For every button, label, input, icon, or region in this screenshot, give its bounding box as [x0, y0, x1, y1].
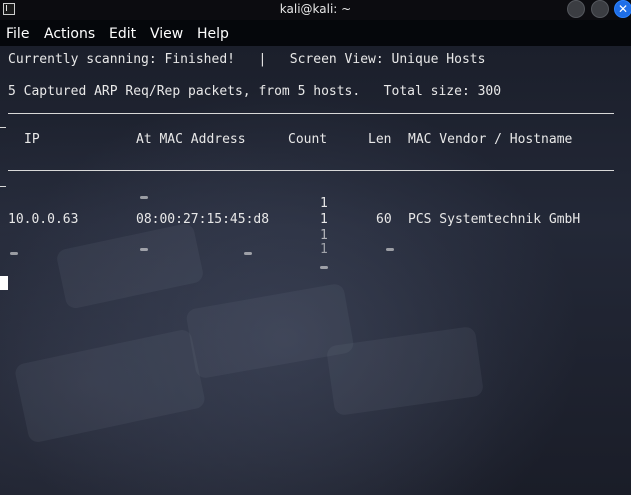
wallpaper-shape	[55, 222, 205, 310]
terminal-window: kali@kali: ~ ✕ File Actions Edit View He…	[0, 0, 631, 495]
minimize-button[interactable]	[567, 0, 585, 18]
header-top-rule	[8, 113, 614, 114]
menu-bar: File Actions Edit View Help	[0, 20, 631, 46]
render-artifact	[386, 248, 394, 251]
row-vendor: PCS Systemtechnik GmbH	[408, 212, 581, 227]
render-artifact	[140, 248, 148, 251]
row-count: 1	[320, 212, 328, 227]
menu-actions[interactable]: Actions	[44, 26, 95, 42]
count-value: 1	[320, 228, 328, 243]
header-tick	[0, 127, 6, 128]
render-artifact	[244, 252, 252, 255]
terminal-output[interactable]: Currently scanning: Finished! | Screen V…	[0, 46, 631, 495]
menu-file[interactable]: File	[6, 26, 29, 42]
header-tick	[0, 186, 6, 187]
column-header-len: Len	[368, 132, 392, 147]
window-title: kali@kali: ~	[279, 2, 352, 16]
menu-view[interactable]: View	[150, 26, 183, 42]
render-artifact	[10, 252, 18, 255]
scan-status-line: Currently scanning: Finished! | Screen V…	[8, 52, 486, 67]
menu-edit[interactable]: Edit	[109, 26, 136, 42]
wallpaper-shape	[13, 328, 207, 444]
column-header-mac: At MAC Address	[136, 132, 246, 147]
column-header-ip: IP	[24, 132, 40, 147]
terminal-cursor	[0, 276, 8, 290]
column-header-vendor: MAC Vendor / Hostname	[408, 132, 573, 147]
render-artifact	[140, 196, 148, 199]
row-mac: 08:00:27:15:45:d8	[136, 212, 270, 227]
header-bottom-rule	[8, 170, 614, 171]
close-icon: ✕	[617, 2, 629, 16]
capture-summary-line: 5 Captured ARP Req/Rep packets, from 5 h…	[8, 84, 502, 99]
render-artifact	[320, 266, 328, 269]
row-len: 60	[376, 212, 392, 227]
close-button[interactable]: ✕	[614, 0, 631, 18]
count-value: 1	[320, 242, 328, 257]
menu-help[interactable]: Help	[197, 26, 229, 42]
title-bar[interactable]: kali@kali: ~ ✕	[0, 0, 631, 20]
column-header-count: Count	[288, 132, 328, 147]
count-value: 1	[320, 196, 328, 211]
maximize-button[interactable]	[591, 0, 609, 18]
row-ip: 10.0.0.63	[8, 212, 79, 227]
